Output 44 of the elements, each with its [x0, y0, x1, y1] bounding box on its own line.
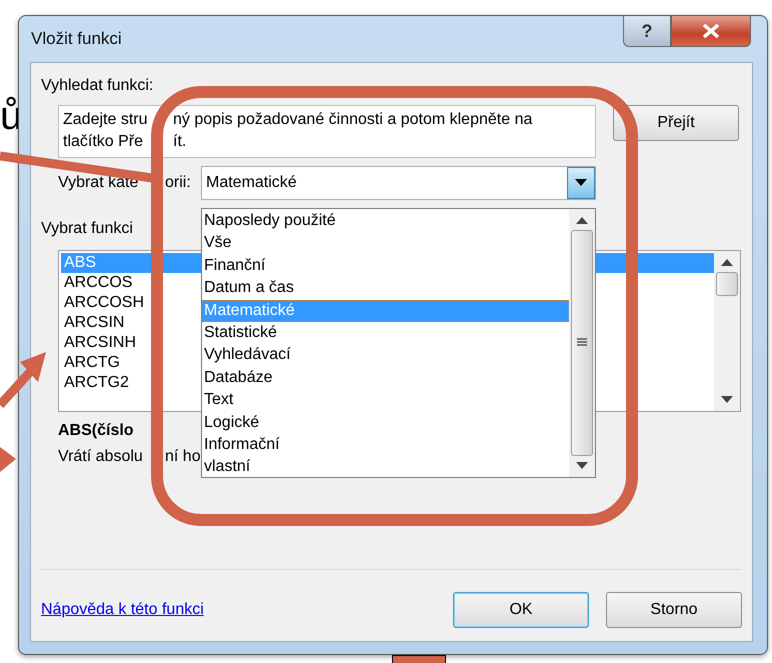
category-option[interactable]: Vyhledávací: [202, 344, 569, 367]
dropdown-button[interactable]: [567, 167, 595, 199]
window-title: Vložit funkci: [31, 29, 122, 49]
scroll-down-icon: [576, 462, 588, 469]
category-option[interactable]: Informační: [202, 434, 569, 456]
ok-button[interactable]: OK: [453, 592, 589, 628]
search-label: Vyhledat funkci:: [41, 77, 154, 95]
pointer-arrow: [0, 352, 46, 408]
cancel-button[interactable]: Storno: [606, 592, 742, 628]
search-text: tlačítko Pře: [63, 132, 144, 152]
scroll-up-icon: [576, 217, 588, 224]
scrollbar-thumb[interactable]: [571, 230, 593, 456]
category-dropdown[interactable]: Matematické: [201, 166, 596, 200]
scrollbar[interactable]: [714, 251, 740, 411]
help-link[interactable]: Nápověda k této funkci: [41, 601, 204, 619]
category-option[interactable]: Naposledy použité: [202, 210, 569, 232]
search-text: ít.: [173, 132, 186, 152]
search-text: ný popis požadované činnosti a potom klepněte na: [173, 110, 532, 130]
close-icon: [701, 24, 721, 38]
category-option[interactable]: Datum a čas: [202, 277, 569, 300]
pointer-arrowhead: [0, 447, 16, 472]
category-option[interactable]: Statistické: [202, 322, 569, 344]
category-option[interactable]: Text: [202, 389, 569, 412]
function-description: Vrátí absolu: [58, 448, 144, 466]
go-button[interactable]: Přejít: [613, 105, 739, 141]
caret-icon: [575, 179, 587, 187]
scroll-down-icon: [721, 396, 733, 403]
function-label: Vybrat funkci: [41, 220, 133, 238]
function-description: ní ho: [165, 448, 201, 466]
grip-icon: [576, 338, 588, 348]
category-option[interactable]: Logické: [202, 412, 569, 434]
search-field[interactable]: Zadejte stru ný popis požadované činnosti a potom klepněte na tlačítko Pře ít.: [58, 105, 596, 158]
category-option[interactable]: Finanční: [202, 254, 569, 278]
help-button[interactable]: ?: [623, 16, 671, 47]
scrollbar-thumb[interactable]: [716, 272, 738, 296]
scrollbar[interactable]: [569, 209, 595, 477]
category-label: orii:: [165, 174, 191, 192]
search-text: Zadejte stru: [63, 110, 148, 130]
close-button[interactable]: [671, 16, 751, 47]
category-option[interactable]: vlastní: [202, 456, 569, 479]
function-signature: ABS(číslo: [58, 422, 134, 440]
scroll-up-icon: [721, 259, 733, 266]
category-option[interactable]: Databáze: [202, 366, 569, 390]
category-option[interactable]: Vše: [202, 232, 569, 255]
